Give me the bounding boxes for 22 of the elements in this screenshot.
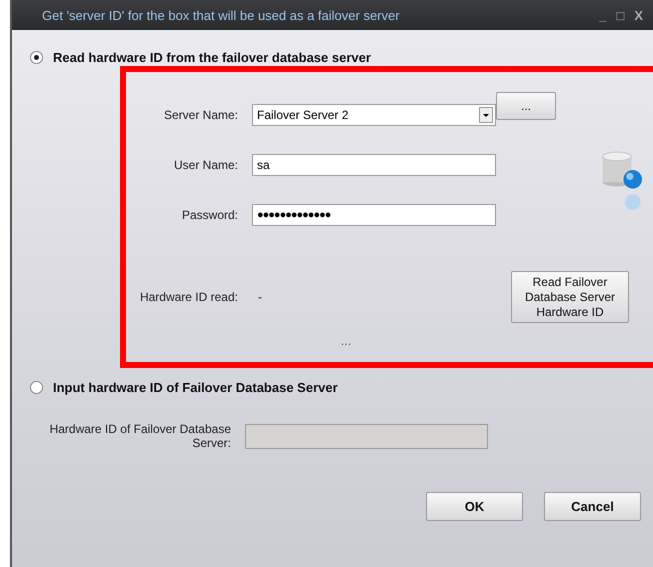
field-label: Server Name:: [162, 108, 239, 122]
option-label: Read hardware ID from the failover database server: [53, 50, 371, 64]
user-name-field[interactable]: sa: [252, 154, 496, 176]
window-control[interactable]: □: [616, 8, 624, 22]
field-label: Hardware ID read:: [138, 290, 239, 304]
dialog-button[interactable]: OK: [426, 492, 523, 521]
dialog-button[interactable]: Cancel: [544, 492, 641, 521]
read-hardware-id-button[interactable]: Read Failover Database Server Hardware ID: [511, 271, 629, 323]
server-combo-box[interactable]: Failover Server 2: [252, 104, 496, 126]
radio-button[interactable]: [30, 380, 43, 394]
window-control[interactable]: X: [634, 8, 643, 22]
status-text: ...: [340, 334, 352, 348]
option-label: Input hardware ID of Failover Database Server: [53, 380, 338, 394]
field-label: Hardware ID of Failover Database Server:: [48, 422, 232, 450]
field-label: User Name:: [172, 158, 239, 172]
password-field[interactable]: ●●●●●●●●●●●●●: [252, 204, 496, 226]
window-control[interactable]: _: [599, 8, 606, 22]
browse-button[interactable]: ...: [496, 92, 556, 120]
field-label: Password:: [180, 208, 239, 222]
window-title: Get 'server ID' for the box that will be used as a failover server: [42, 8, 400, 22]
hardware-id-value: -: [257, 290, 263, 304]
radio-button[interactable]: [30, 50, 43, 64]
